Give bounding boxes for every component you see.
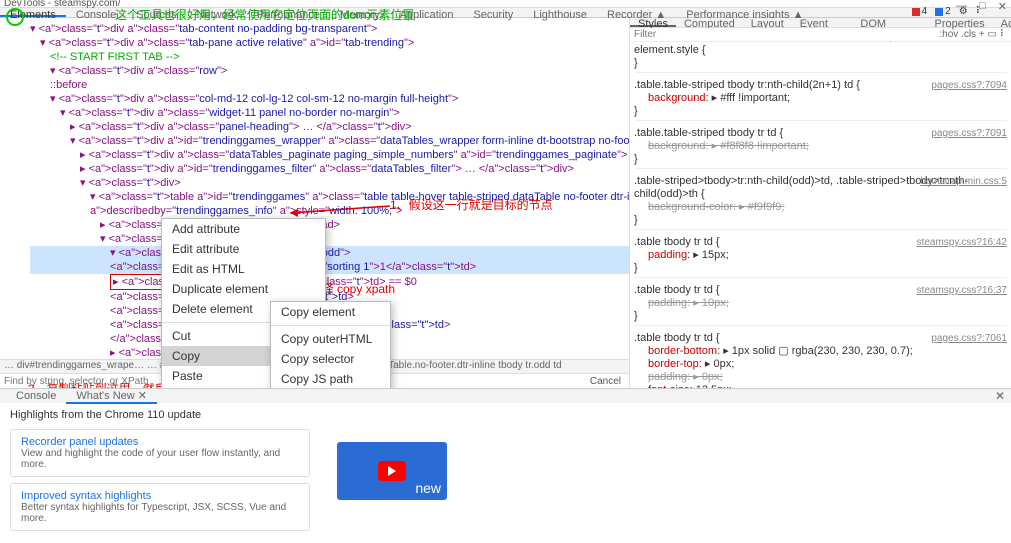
annotation-circle xyxy=(6,8,24,26)
drawer-tab-1[interactable]: What's New ✕ xyxy=(66,389,157,404)
dom-line[interactable]: ▾ <a">class="t">div> xyxy=(30,176,629,190)
video-label: new xyxy=(415,480,441,496)
cancel-button[interactable]: Cancel xyxy=(582,376,629,387)
menu-duplicate-element[interactable]: Duplicate element xyxy=(162,279,325,299)
menu-add-attribute[interactable]: Add attribute xyxy=(162,219,325,239)
styles-tab-properties[interactable]: Properties xyxy=(926,18,992,27)
dom-line[interactable]: ▸ <a">class="t">div a">class="panel-head… xyxy=(30,120,629,134)
maximize-icon[interactable]: □ xyxy=(979,0,986,13)
drawer-tab-0[interactable]: Console xyxy=(6,390,66,402)
styles-tab-styles[interactable]: Styles xyxy=(630,18,676,27)
dom-line[interactable]: ▾ <a">class="t">tbody> xyxy=(30,232,629,246)
menu-edit-as-html[interactable]: Edit as HTML xyxy=(162,259,325,279)
menu-edit-attribute[interactable]: Edit attribute xyxy=(162,239,325,259)
whatsnew-title: Highlights from the Chrome 110 update xyxy=(10,409,1001,421)
msg-badge[interactable]: 2 xyxy=(935,6,951,17)
dom-line[interactable]: ▸ <a">class="t">thead> … </a">class="t">… xyxy=(30,218,629,232)
dom-line[interactable]: ▾ <a">class="t">div a">class="widget-11 … xyxy=(30,106,629,120)
dom-line[interactable]: ▾ <a">class="t">div a">class="col-md-12 … xyxy=(30,92,629,106)
dom-line[interactable]: ▾ <a">class="t">div a">class="row"> xyxy=(30,64,629,78)
tab-security[interactable]: Security xyxy=(463,8,523,17)
menu-copy-element[interactable]: Copy element xyxy=(271,302,390,322)
whatsnew-card[interactable]: Improved syntax highlightsBetter syntax … xyxy=(10,483,310,531)
dom-line[interactable]: ▾ <a">class="t">div a">class="tab-pane a… xyxy=(30,36,629,50)
whatsnew-card[interactable]: Recorder panel updatesView and highlight… xyxy=(10,429,310,477)
filter-input[interactable] xyxy=(630,28,935,41)
dom-line[interactable]: ▾ <a">class="t">tr a">role="row" a">clas… xyxy=(30,246,629,260)
styles-panel: StylesComputedLayoutEvent ListenersDOM B… xyxy=(630,18,1011,388)
play-icon xyxy=(378,461,406,481)
menu-copy-js-path[interactable]: Copy JS path xyxy=(271,369,390,388)
styles-tab-layout[interactable]: Layout xyxy=(743,18,792,27)
hov-toggle[interactable]: :hov .cls + ▭ ⠇ xyxy=(935,29,1011,40)
menu-copy-selector[interactable]: Copy selector xyxy=(271,349,390,369)
dom-line[interactable]: ::before xyxy=(30,78,629,92)
styles-tab-dombreakpoints[interactable]: DOM Breakpoints xyxy=(852,18,926,27)
dom-line[interactable]: ▾ <a">class="t">div a">id="trendinggames… xyxy=(30,134,629,148)
minimize-icon[interactable]: — xyxy=(956,0,967,13)
dom-line[interactable]: <a">class="t">td a">tabindex="0" a">clas… xyxy=(30,260,629,274)
styles-tab-eventlisteners[interactable]: Event Listeners xyxy=(792,18,853,27)
tab-recorder[interactable]: Recorder ▲ xyxy=(597,8,676,17)
elements-panel: ▾ <a">class="t">div a">class="tab-conten… xyxy=(0,18,630,388)
copy-submenu[interactable]: Copy element Copy outerHTMLCopy selectorC… xyxy=(270,301,391,388)
tab-lighthouse[interactable]: Lighthouse xyxy=(523,8,597,17)
dom-line[interactable]: ▾ <a">class="t">div a">class="tab-conten… xyxy=(30,22,629,36)
dom-line[interactable]: ▸ <a">class="t">div a">id="trendinggames… xyxy=(30,162,629,176)
dom-line[interactable]: <!-- START FIRST TAB --> xyxy=(30,50,629,64)
styles-tab-accessibility[interactable]: Accessibility xyxy=(993,18,1011,27)
error-badge[interactable]: 4 xyxy=(912,6,928,17)
tab-performanceinsights[interactable]: Performance insights ▲ xyxy=(676,8,813,17)
video-thumbnail[interactable]: new xyxy=(337,442,447,500)
annotation-green: 这个工具也很好用，经常使用它定位页面的dom元素位置 xyxy=(115,6,414,23)
close-icon[interactable]: ✕ xyxy=(998,0,1007,13)
menu-copy-outerhtml[interactable]: Copy outerHTML xyxy=(271,329,390,349)
styles-tab-computed[interactable]: Computed xyxy=(676,18,743,27)
dom-line[interactable]: ▸ <a">class="t">div a">class="dataTables… xyxy=(30,148,629,162)
annotation-red-1: 1、假设这一行就是目标的节点 xyxy=(390,196,553,213)
drawer-close-icon[interactable]: ✕ xyxy=(995,389,1005,403)
css-rules[interactable]: element.style {}.table.table-striped tbo… xyxy=(630,42,1011,388)
drawer: ConsoleWhat's New ✕ ✕ Highlights from the… xyxy=(0,388,1011,543)
